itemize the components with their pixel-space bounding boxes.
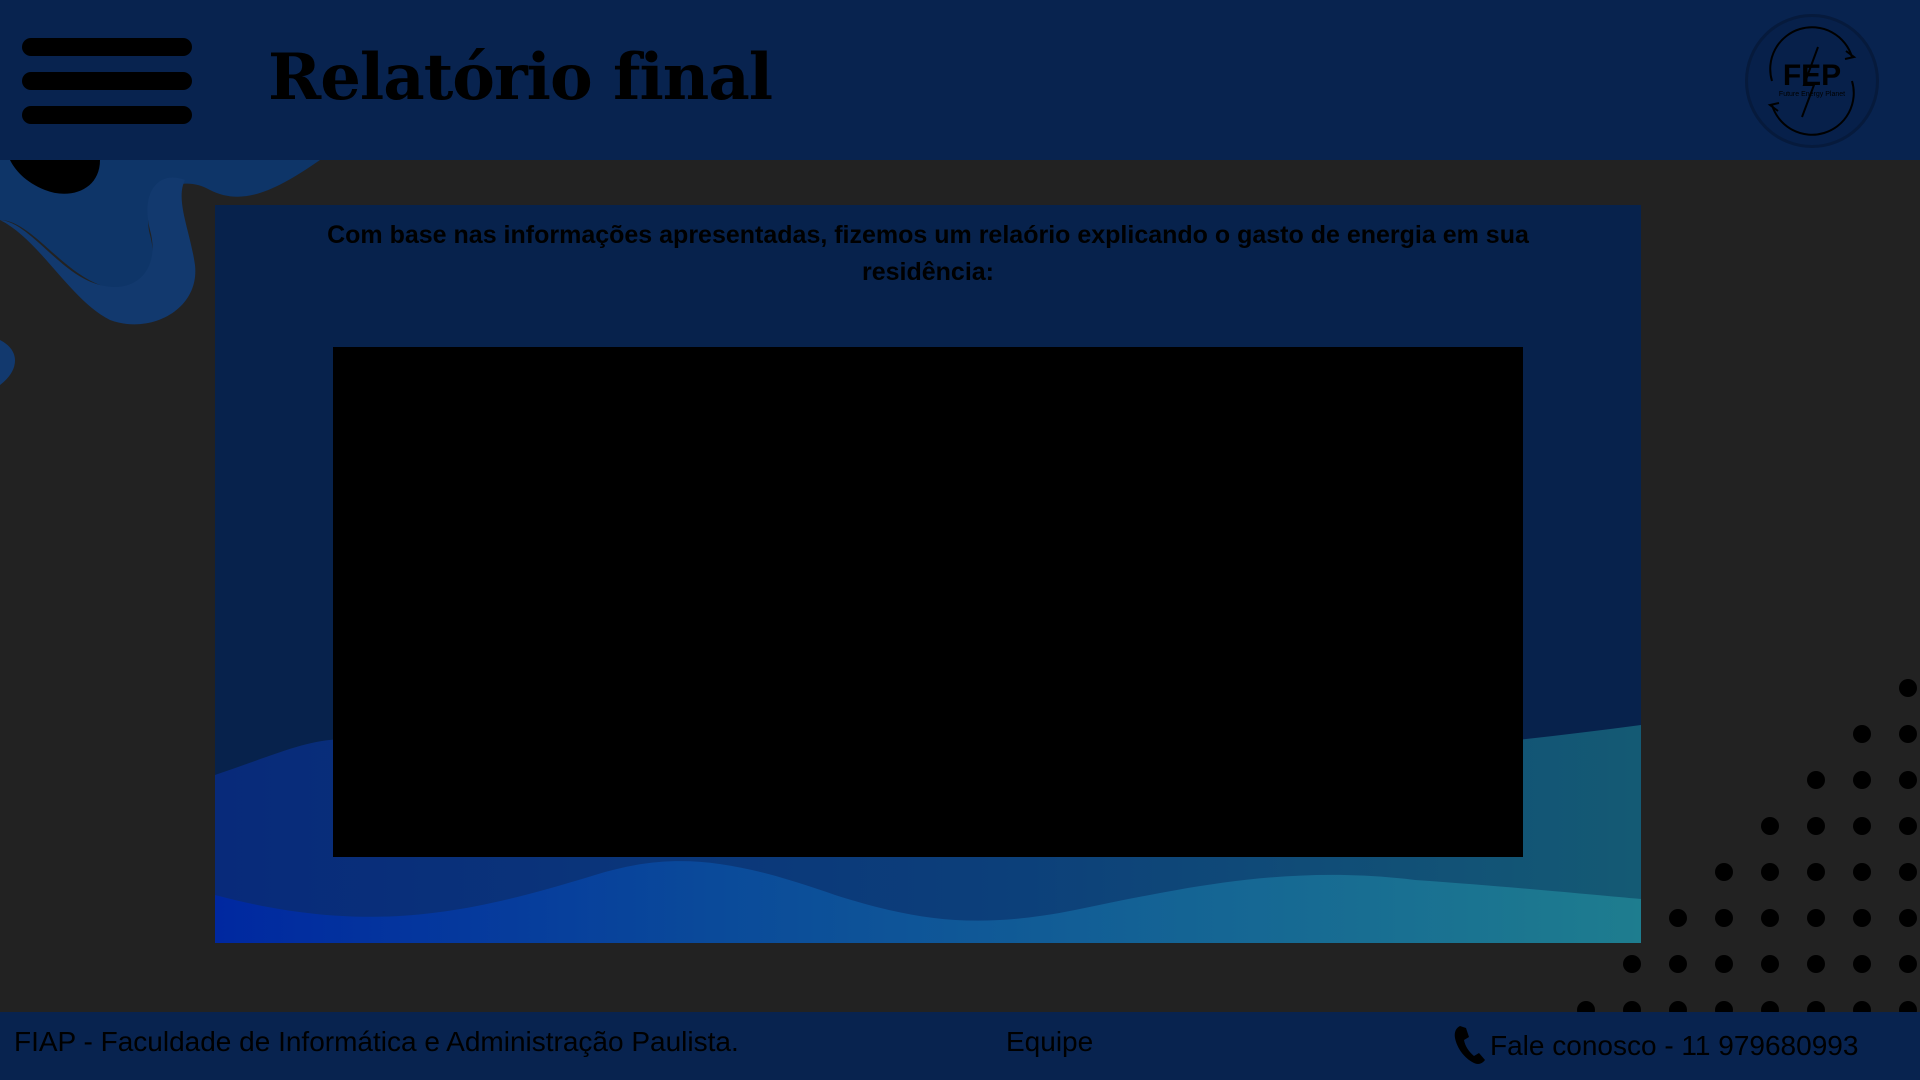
- decorative-dot: [1899, 679, 1917, 697]
- decorative-dot: [1623, 955, 1641, 973]
- decorative-dot: [1853, 771, 1871, 789]
- decorative-dot: [1899, 955, 1917, 973]
- decorative-dot: [1807, 955, 1825, 973]
- decorative-dot: [1807, 771, 1825, 789]
- contact-text: Fale conosco - 11 979680993: [1490, 1030, 1859, 1061]
- phone-icon: [1454, 1026, 1485, 1064]
- header-bar: Relatório final FEP Future Energy Planet: [0, 0, 1920, 160]
- hamburger-menu-icon[interactable]: [22, 36, 192, 126]
- footer-bar: FIAP - Faculdade de Informática e Admini…: [0, 1012, 1920, 1080]
- decorative-dot: [1807, 909, 1825, 927]
- decorative-dot: [1669, 955, 1687, 973]
- decorative-dot: [1899, 771, 1917, 789]
- fep-logo[interactable]: FEP Future Energy Planet: [1745, 14, 1879, 148]
- decorative-dot: [1807, 863, 1825, 881]
- decorative-dot: [1899, 725, 1917, 743]
- decorative-dot: [1853, 817, 1871, 835]
- menu-line: [22, 38, 192, 56]
- institution-text: FIAP - Faculdade de Informática e Admini…: [14, 1026, 739, 1057]
- report-frame: [333, 347, 1523, 857]
- decorative-dot: [1853, 955, 1871, 973]
- decorative-dot: [1807, 817, 1825, 835]
- decorative-dot: [1761, 817, 1779, 835]
- team-link[interactable]: Equipe: [1006, 1026, 1093, 1058]
- decorative-dot: [1761, 909, 1779, 927]
- logo-text: FEP: [1782, 59, 1842, 92]
- decorative-dot: [1761, 955, 1779, 973]
- menu-line: [22, 106, 192, 124]
- decorative-dot: [1715, 909, 1733, 927]
- page-title: Relatório final: [268, 40, 773, 115]
- decorative-dot: [1669, 909, 1687, 927]
- decorative-dot: [1853, 863, 1871, 881]
- intro-text: Com base nas informações apresentadas, f…: [327, 221, 1529, 286]
- logo-subtext: Future Energy Planet: [1778, 91, 1846, 98]
- decorative-dot: [1853, 725, 1871, 743]
- decorative-dot: [1761, 863, 1779, 881]
- decorative-dot: [1853, 909, 1871, 927]
- report-panel: Com base nas informações apresentadas, f…: [215, 205, 1641, 943]
- decorative-dot: [1899, 863, 1917, 881]
- decorative-dot: [1715, 863, 1733, 881]
- decorative-dot: [1715, 955, 1733, 973]
- decorative-dot: [1899, 909, 1917, 927]
- decorative-dot: [1899, 817, 1917, 835]
- menu-line: [22, 72, 192, 90]
- contact-link[interactable]: Fale conosco - 11 979680993: [1452, 1026, 1858, 1066]
